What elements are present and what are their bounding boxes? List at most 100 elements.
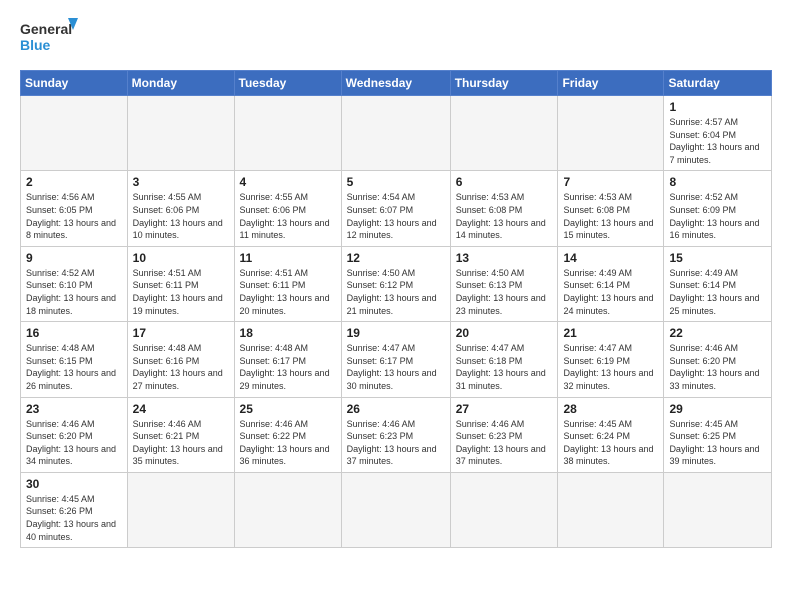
day-number: 22 bbox=[669, 326, 766, 340]
day-number: 20 bbox=[456, 326, 553, 340]
calendar-cell: 2 Sunrise: 4:56 AM Sunset: 6:05 PM Daylig… bbox=[21, 171, 128, 246]
day-info: Sunrise: 4:45 AM Sunset: 6:24 PM Dayligh… bbox=[563, 418, 658, 468]
weekday-header-monday: Monday bbox=[127, 71, 234, 96]
day-number: 17 bbox=[133, 326, 229, 340]
day-info: Sunrise: 4:52 AM Sunset: 6:09 PM Dayligh… bbox=[669, 191, 766, 241]
svg-text:Blue: Blue bbox=[20, 37, 51, 53]
calendar-cell: 27 Sunrise: 4:46 AM Sunset: 6:23 PM Dayli… bbox=[450, 397, 558, 472]
day-info: Sunrise: 4:52 AM Sunset: 6:10 PM Dayligh… bbox=[26, 267, 122, 317]
day-number: 25 bbox=[240, 402, 336, 416]
weekday-header-thursday: Thursday bbox=[450, 71, 558, 96]
day-info: Sunrise: 4:53 AM Sunset: 6:08 PM Dayligh… bbox=[563, 191, 658, 241]
day-info: Sunrise: 4:48 AM Sunset: 6:15 PM Dayligh… bbox=[26, 342, 122, 392]
day-number: 3 bbox=[133, 175, 229, 189]
calendar-cell: 13 Sunrise: 4:50 AM Sunset: 6:13 PM Dayli… bbox=[450, 246, 558, 321]
day-info: Sunrise: 4:56 AM Sunset: 6:05 PM Dayligh… bbox=[26, 191, 122, 241]
calendar-cell: 4Sunrise: 4:55 AM Sunset: 6:06 PM Daylig… bbox=[234, 171, 341, 246]
day-number: 14 bbox=[563, 251, 658, 265]
week-row-5: 23 Sunrise: 4:46 AM Sunset: 6:20 PM Dayli… bbox=[21, 397, 772, 472]
day-info: Sunrise: 4:50 AM Sunset: 6:13 PM Dayligh… bbox=[456, 267, 553, 317]
page: General Blue SundayMondayTuesdayWednesda… bbox=[0, 0, 792, 558]
calendar-cell: 28Sunrise: 4:45 AM Sunset: 6:24 PM Dayli… bbox=[558, 397, 664, 472]
day-number: 30 bbox=[26, 477, 122, 491]
calendar-cell: 10 Sunrise: 4:51 AM Sunset: 6:11 PM Dayli… bbox=[127, 246, 234, 321]
calendar-cell bbox=[234, 96, 341, 171]
day-number: 15 bbox=[669, 251, 766, 265]
calendar-cell: 12 Sunrise: 4:50 AM Sunset: 6:12 PM Dayli… bbox=[341, 246, 450, 321]
day-info: Sunrise: 4:54 AM Sunset: 6:07 PM Dayligh… bbox=[347, 191, 445, 241]
calendar-cell: 1 Sunrise: 4:57 AM Sunset: 6:04 PM Daylig… bbox=[664, 96, 772, 171]
day-number: 18 bbox=[240, 326, 336, 340]
day-info: Sunrise: 4:47 AM Sunset: 6:17 PM Dayligh… bbox=[347, 342, 445, 392]
day-number: 13 bbox=[456, 251, 553, 265]
day-info: Sunrise: 4:46 AM Sunset: 6:20 PM Dayligh… bbox=[26, 418, 122, 468]
day-info: Sunrise: 4:50 AM Sunset: 6:12 PM Dayligh… bbox=[347, 267, 445, 317]
calendar-cell bbox=[450, 472, 558, 547]
day-number: 27 bbox=[456, 402, 553, 416]
calendar-cell: 30Sunrise: 4:45 AM Sunset: 6:26 PM Dayli… bbox=[21, 472, 128, 547]
day-number: 26 bbox=[347, 402, 445, 416]
week-row-4: 16 Sunrise: 4:48 AM Sunset: 6:15 PM Dayli… bbox=[21, 322, 772, 397]
day-info: Sunrise: 4:48 AM Sunset: 6:17 PM Dayligh… bbox=[240, 342, 336, 392]
day-info: Sunrise: 4:45 AM Sunset: 6:25 PM Dayligh… bbox=[669, 418, 766, 468]
day-number: 29 bbox=[669, 402, 766, 416]
day-number: 2 bbox=[26, 175, 122, 189]
calendar-cell: 19Sunrise: 4:47 AM Sunset: 6:17 PM Dayli… bbox=[341, 322, 450, 397]
week-row-2: 2 Sunrise: 4:56 AM Sunset: 6:05 PM Daylig… bbox=[21, 171, 772, 246]
day-number: 24 bbox=[133, 402, 229, 416]
day-number: 23 bbox=[26, 402, 122, 416]
calendar-cell bbox=[234, 472, 341, 547]
calendar-cell bbox=[21, 96, 128, 171]
calendar-cell: 26 Sunrise: 4:46 AM Sunset: 6:23 PM Dayli… bbox=[341, 397, 450, 472]
day-info: Sunrise: 4:46 AM Sunset: 6:23 PM Dayligh… bbox=[456, 418, 553, 468]
calendar-cell: 21Sunrise: 4:47 AM Sunset: 6:19 PM Dayli… bbox=[558, 322, 664, 397]
day-info: Sunrise: 4:51 AM Sunset: 6:11 PM Dayligh… bbox=[240, 267, 336, 317]
day-number: 7 bbox=[563, 175, 658, 189]
day-number: 1 bbox=[669, 100, 766, 114]
day-info: Sunrise: 4:49 AM Sunset: 6:14 PM Dayligh… bbox=[669, 267, 766, 317]
weekday-header-wednesday: Wednesday bbox=[341, 71, 450, 96]
day-info: Sunrise: 4:55 AM Sunset: 6:06 PM Dayligh… bbox=[240, 191, 336, 241]
weekday-header-sunday: Sunday bbox=[21, 71, 128, 96]
day-number: 6 bbox=[456, 175, 553, 189]
day-number: 11 bbox=[240, 251, 336, 265]
day-info: Sunrise: 4:51 AM Sunset: 6:11 PM Dayligh… bbox=[133, 267, 229, 317]
calendar-cell bbox=[664, 472, 772, 547]
calendar-cell: 24Sunrise: 4:46 AM Sunset: 6:21 PM Dayli… bbox=[127, 397, 234, 472]
calendar-cell: 25 Sunrise: 4:46 AM Sunset: 6:22 PM Dayli… bbox=[234, 397, 341, 472]
calendar-cell: 8Sunrise: 4:52 AM Sunset: 6:09 PM Daylig… bbox=[664, 171, 772, 246]
day-info: Sunrise: 4:55 AM Sunset: 6:06 PM Dayligh… bbox=[133, 191, 229, 241]
day-number: 10 bbox=[133, 251, 229, 265]
day-info: Sunrise: 4:57 AM Sunset: 6:04 PM Dayligh… bbox=[669, 116, 766, 166]
calendar-cell: 18 Sunrise: 4:48 AM Sunset: 6:17 PM Dayli… bbox=[234, 322, 341, 397]
svg-text:General: General bbox=[20, 21, 72, 37]
calendar-cell: 22 Sunrise: 4:46 AM Sunset: 6:20 PM Dayli… bbox=[664, 322, 772, 397]
day-info: Sunrise: 4:46 AM Sunset: 6:22 PM Dayligh… bbox=[240, 418, 336, 468]
week-row-6: 30Sunrise: 4:45 AM Sunset: 6:26 PM Dayli… bbox=[21, 472, 772, 547]
calendar-cell: 6 Sunrise: 4:53 AM Sunset: 6:08 PM Daylig… bbox=[450, 171, 558, 246]
day-info: Sunrise: 4:47 AM Sunset: 6:18 PM Dayligh… bbox=[456, 342, 553, 392]
day-info: Sunrise: 4:47 AM Sunset: 6:19 PM Dayligh… bbox=[563, 342, 658, 392]
calendar-cell bbox=[450, 96, 558, 171]
generalblue-logo-icon: General Blue bbox=[20, 16, 80, 60]
day-info: Sunrise: 4:53 AM Sunset: 6:08 PM Dayligh… bbox=[456, 191, 553, 241]
weekday-header-friday: Friday bbox=[558, 71, 664, 96]
calendar-cell bbox=[127, 96, 234, 171]
weekday-header-saturday: Saturday bbox=[664, 71, 772, 96]
day-info: Sunrise: 4:46 AM Sunset: 6:23 PM Dayligh… bbox=[347, 418, 445, 468]
calendar-cell: 17Sunrise: 4:48 AM Sunset: 6:16 PM Dayli… bbox=[127, 322, 234, 397]
week-row-3: 9Sunrise: 4:52 AM Sunset: 6:10 PM Daylig… bbox=[21, 246, 772, 321]
weekday-header-tuesday: Tuesday bbox=[234, 71, 341, 96]
calendar-table: SundayMondayTuesdayWednesdayThursdayFrid… bbox=[20, 70, 772, 548]
calendar-cell: 15 Sunrise: 4:49 AM Sunset: 6:14 PM Dayli… bbox=[664, 246, 772, 321]
day-info: Sunrise: 4:46 AM Sunset: 6:20 PM Dayligh… bbox=[669, 342, 766, 392]
calendar-cell: 23 Sunrise: 4:46 AM Sunset: 6:20 PM Dayli… bbox=[21, 397, 128, 472]
calendar-cell: 16 Sunrise: 4:48 AM Sunset: 6:15 PM Dayli… bbox=[21, 322, 128, 397]
calendar-cell: 20 Sunrise: 4:47 AM Sunset: 6:18 PM Dayli… bbox=[450, 322, 558, 397]
day-info: Sunrise: 4:49 AM Sunset: 6:14 PM Dayligh… bbox=[563, 267, 658, 317]
calendar-cell bbox=[558, 96, 664, 171]
day-number: 16 bbox=[26, 326, 122, 340]
weekday-header-row: SundayMondayTuesdayWednesdayThursdayFrid… bbox=[21, 71, 772, 96]
calendar-cell: 7 Sunrise: 4:53 AM Sunset: 6:08 PM Daylig… bbox=[558, 171, 664, 246]
day-number: 12 bbox=[347, 251, 445, 265]
